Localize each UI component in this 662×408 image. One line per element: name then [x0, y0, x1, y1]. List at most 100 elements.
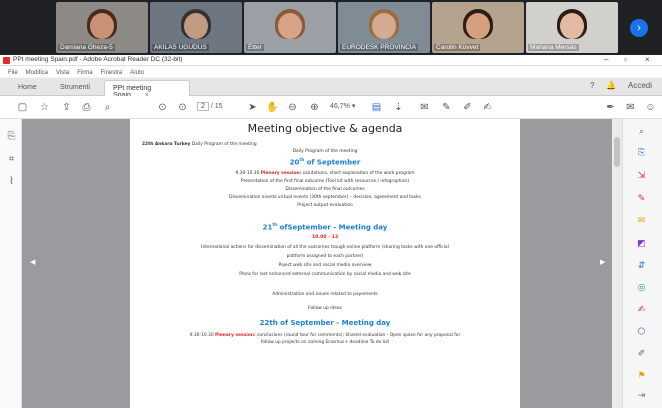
expand-panel-icon[interactable]: ⇥	[635, 389, 648, 401]
pdf-page: Meeting objective & agenda 22th Ankara T…	[130, 119, 520, 408]
fill-sign-icon[interactable]: ✍	[635, 303, 648, 315]
chevron-right-icon[interactable]: ›	[630, 19, 648, 37]
signin-button[interactable]: Accedi	[628, 81, 652, 90]
print-icon[interactable]: ⎙	[80, 101, 93, 114]
comment-icon[interactable]: ✉	[418, 101, 431, 114]
menu-edit[interactable]: Modifica	[26, 70, 48, 76]
upload-icon[interactable]: ⇪	[60, 101, 73, 114]
participant-tile[interactable]: EURODESK PROVINCIA	[338, 2, 430, 53]
window-titlebar: PPt meeting Spain.pdf - Adobe Acrobat Re…	[0, 55, 662, 66]
menu-window[interactable]: Finestra	[101, 70, 123, 76]
account-icon[interactable]: ☺	[644, 101, 657, 114]
collapse-left-icon[interactable]: ◀	[30, 258, 38, 272]
day2-agenda-line: platform assigned to each partner)	[286, 254, 364, 259]
document-area[interactable]: ◀ Meeting objective & agenda 22th Ankara…	[22, 119, 622, 408]
menu-help[interactable]: Aiuto	[130, 70, 144, 76]
export-pdf-icon[interactable]: ⇲	[635, 169, 648, 181]
participant-name: EURODESK PROVINCIA	[340, 44, 419, 51]
day3-heading: 22th of September - Meeting day	[130, 319, 520, 327]
day2-agenda-line: Poject web site and social media overvie…	[278, 263, 372, 268]
comment-tool-icon[interactable]: ✉	[635, 214, 648, 226]
window-title: PPt meeting Spain.pdf - Adobe Acrobat Re…	[13, 56, 183, 63]
participant-face	[372, 13, 396, 39]
day1-agenda-line: 9.30-10.30 Plenary session: salutations,…	[130, 171, 520, 176]
day2-agenda-line: International actions for dissemination …	[201, 245, 449, 250]
day3-text: conclusions (round tour for comments); S…	[255, 333, 461, 338]
menu-file[interactable]: File	[8, 70, 18, 76]
day1-rest: of September	[304, 158, 361, 167]
page-down-icon[interactable]: ⊙	[176, 101, 189, 114]
participant-face	[278, 13, 302, 39]
zoom-out-icon[interactable]: ⊖	[286, 101, 299, 114]
edit-pen-icon[interactable]: ✒	[604, 101, 617, 114]
edit-pdf-icon[interactable]: ✎	[635, 192, 648, 204]
paperclip-icon[interactable]: ⌇	[6, 176, 17, 188]
day1-agenda-line: Dissemination events virtual events (30t…	[130, 195, 520, 200]
tab-document[interactable]: PPt meeting Spain...×	[104, 80, 190, 99]
left-rail: ⎘ ⌗ ⌇	[0, 119, 22, 408]
vertical-scrollbar[interactable]	[612, 119, 622, 408]
tab-tools[interactable]: Strumenti	[52, 80, 98, 96]
bell-icon[interactable]: 🔔	[606, 81, 616, 90]
participant-tile[interactable]: Damiana Gheza-5	[56, 2, 148, 53]
protect-icon[interactable]: ◎	[635, 281, 648, 293]
participant-face	[184, 13, 208, 39]
day2-agenda-line: Plans for last enhanced external communi…	[239, 272, 411, 277]
participant-tile[interactable]: AKILAS UGUDUS	[150, 2, 242, 53]
participant-name: Carolin Küvvet	[434, 44, 481, 51]
help-icon[interactable]: ?	[590, 81, 594, 90]
tab-bar: Home Strumenti PPt meeting Spain...× ? 🔔…	[0, 78, 662, 99]
search-icon[interactable]: ⌕	[101, 101, 114, 114]
highlight-icon[interactable]: ✎	[440, 101, 453, 114]
agenda-text: Dissemination of the final outcomes	[285, 187, 365, 192]
save-icon[interactable]: ▢	[16, 101, 29, 114]
page-number-input[interactable]: 2	[197, 102, 209, 111]
participant-tile[interactable]: Carolin Küvvet	[432, 2, 524, 53]
zoom-tool-icon[interactable]: ⌕	[635, 125, 648, 137]
star-icon[interactable]: ☆	[38, 101, 51, 114]
cursor-icon[interactable]: ➤	[246, 101, 259, 114]
participant-face	[560, 13, 584, 39]
page-up-icon[interactable]: ⊙	[156, 101, 169, 114]
participant-face	[90, 13, 114, 39]
day2-time: 10.00 - 13	[311, 235, 339, 240]
scrollbar-thumb[interactable]	[614, 137, 620, 167]
followup-line: Follow up ideas	[308, 306, 342, 311]
page-total: / 15	[210, 103, 223, 110]
page-fit-icon[interactable]: ▤	[370, 101, 383, 114]
sign-icon[interactable]: ✍	[481, 101, 494, 114]
zoom-in-icon[interactable]: ⊕	[308, 101, 321, 114]
right-tools-panel: ⌕ ⎘ ⇲ ✎ ✉ ◩ ⇵ ◎ ✍ ⬡ ✐ ⚑ ⇥	[622, 119, 662, 408]
pages-icon[interactable]: ⎘	[6, 131, 17, 143]
toolbar: ▢ ☆ ⇪ ⎙ ⌕ ⊙ ⊙ 2 / 15 ➤ ✋ ⊖ ⊕ 46,7% ▾ ▤ ⇣…	[0, 96, 662, 119]
day1-heading: 20th of September	[130, 157, 520, 166]
menu-sign[interactable]: Firma	[77, 70, 92, 76]
day2-rest: ofSeptember - Meeting day	[277, 223, 388, 232]
zoom-level[interactable]: 46,7% ▾	[330, 102, 355, 110]
participant-name: AKILAS UGUDUS	[152, 44, 209, 51]
stamp-icon[interactable]: ✐	[635, 347, 648, 359]
agenda-text: Dissemination events virtual events (30t…	[229, 195, 421, 200]
participant-face	[466, 13, 490, 39]
bookmark-icon[interactable]: ⌗	[6, 154, 17, 166]
collapse-right-icon[interactable]: ▶	[600, 258, 608, 272]
participant-tile[interactable]: Etter	[244, 2, 336, 53]
minimize-button[interactable]: –	[604, 55, 608, 64]
participant-tile[interactable]: Mariana Mersas	[526, 2, 618, 53]
day1-agenda-line: Project output evaluation	[130, 203, 520, 208]
page-indicator: 2 / 15	[197, 102, 223, 111]
create-pdf-icon[interactable]: ⎘	[635, 146, 648, 158]
mail-icon[interactable]: ✉	[624, 101, 637, 114]
participant-name: Etter	[246, 44, 264, 51]
draw-icon[interactable]: ✐	[461, 101, 474, 114]
scroll-mode-icon[interactable]: ⇣	[392, 101, 405, 114]
menu-view[interactable]: Vista	[56, 70, 69, 76]
maximize-button[interactable]: ▫	[624, 55, 627, 64]
hand-icon[interactable]: ✋	[266, 101, 279, 114]
compress-icon[interactable]: ⇵	[635, 259, 648, 271]
organize-pages-icon[interactable]: ◩	[635, 237, 648, 249]
shield-icon[interactable]: ⬡	[635, 325, 648, 337]
more-tools-icon[interactable]: ⚑	[635, 369, 648, 381]
close-button[interactable]: ×	[645, 55, 650, 64]
tab-home[interactable]: Home	[10, 80, 45, 96]
